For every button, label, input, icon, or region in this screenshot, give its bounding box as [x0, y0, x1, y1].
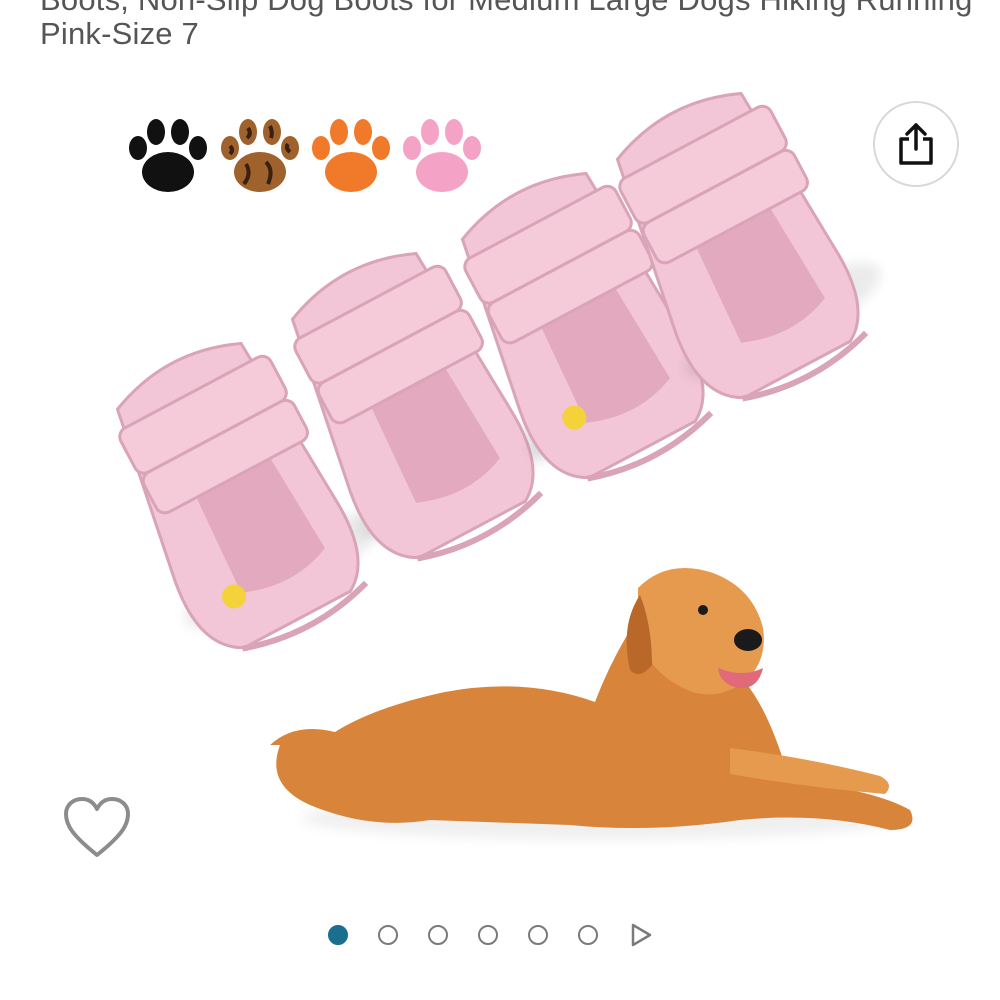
- share-button[interactable]: [873, 101, 959, 187]
- wishlist-button[interactable]: [62, 795, 132, 861]
- color-swatch-leopard: [221, 119, 299, 192]
- product-title: Pink-Size 7: [40, 16, 199, 51]
- carousel-dot-4[interactable]: [478, 925, 498, 945]
- carousel-dot-2[interactable]: [378, 925, 398, 945]
- carousel-dot-1[interactable]: [328, 925, 348, 945]
- heart-outline-icon: [64, 797, 130, 857]
- carousel-dot-3[interactable]: [428, 925, 448, 945]
- golden-retriever: [270, 568, 913, 840]
- product-detail-page: Boots, Non-Slip Dog Boots for Medium Lar…: [0, 0, 1000, 1000]
- color-swatch-pink: [403, 119, 481, 192]
- color-swatch-orange: [312, 119, 390, 192]
- carousel-dot-5[interactable]: [528, 925, 548, 945]
- play-triangle-icon[interactable]: [628, 922, 654, 948]
- image-carousel-pager: [328, 918, 654, 952]
- carousel-dot-6[interactable]: [578, 925, 598, 945]
- share-icon: [899, 123, 933, 165]
- product-image[interactable]: [0, 70, 1000, 890]
- color-swatch-black: [129, 119, 207, 192]
